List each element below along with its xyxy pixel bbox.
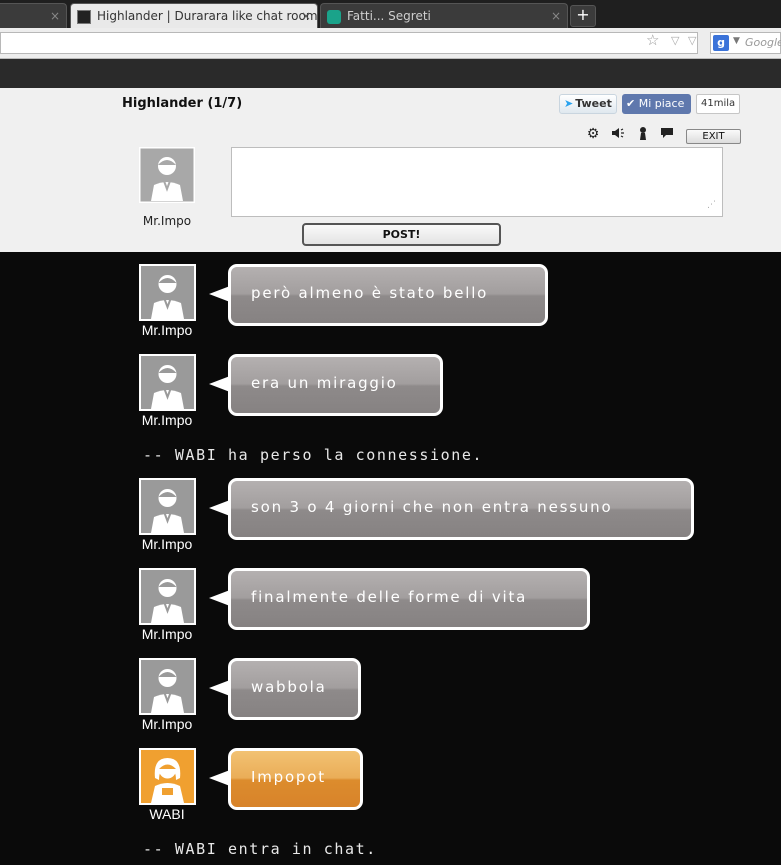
- chat-message: Mr.Impo finalmente delle forme di vita: [0, 568, 781, 648]
- user-avatar: [139, 748, 196, 805]
- resize-grip-icon[interactable]: ⋰: [707, 200, 716, 210]
- new-tab-button[interactable]: +: [570, 5, 596, 27]
- speaker-icon[interactable]: [610, 126, 626, 142]
- message-username: Mr.Impo: [141, 322, 193, 338]
- bubble-tail: [209, 680, 230, 696]
- user-icon[interactable]: [635, 126, 651, 142]
- user-avatar: [139, 658, 196, 715]
- message-bubble: finalmente delle forme di vita: [228, 568, 590, 630]
- speech-bubble-icon[interactable]: [659, 126, 675, 142]
- bubble-tail: [209, 286, 230, 302]
- message-bubble: Impopot: [228, 748, 363, 810]
- browser-tab-fatti[interactable]: Fatti... Segreti ×: [320, 3, 568, 28]
- message-username: WABI: [149, 806, 185, 822]
- dropdown-icon[interactable]: ▽: [688, 34, 696, 47]
- bookmark-star-icon[interactable]: ☆: [646, 31, 659, 49]
- dropdown-icon[interactable]: ▽: [671, 34, 679, 47]
- bubble-tail: [209, 376, 230, 392]
- chevron-down-icon[interactable]: ▼: [733, 36, 740, 46]
- bubble-tail: [209, 500, 230, 516]
- checkmark-icon: ✔: [626, 97, 636, 110]
- message-username: Mr.Impo: [141, 626, 193, 642]
- like-count: 41mila: [696, 94, 741, 114]
- close-tab-icon[interactable]: ×: [551, 4, 561, 28]
- message-bubble: wabbola: [228, 658, 361, 720]
- bookmarks-bar: [0, 59, 781, 88]
- search-placeholder: Google: [745, 36, 781, 49]
- close-tab-icon[interactable]: ×: [50, 4, 60, 28]
- search-box[interactable]: g ▼ Google: [710, 32, 781, 54]
- browser-tab-highlander[interactable]: Highlander | Durarara like chat room |..…: [70, 3, 318, 28]
- address-bar: ☆ ▽ ▽ g ▼ Google: [0, 28, 781, 59]
- user-avatar: [139, 354, 196, 411]
- exit-button[interactable]: EXIT: [686, 129, 741, 144]
- message-username: Mr.Impo: [141, 716, 193, 732]
- url-field[interactable]: [0, 32, 698, 54]
- message-username: Mr.Impo: [141, 412, 193, 428]
- chat-message: Mr.Impo son 3 o 4 giorni che non entra n…: [0, 478, 781, 558]
- close-tab-icon[interactable]: ×: [301, 4, 311, 28]
- chat-message: Mr.Impo era un miraggio: [0, 354, 781, 434]
- message-bubble: son 3 o 4 giorni che non entra nessuno: [228, 478, 694, 540]
- tab-favicon-icon: [327, 9, 341, 24]
- room-title: Highlander (1/7): [122, 96, 243, 111]
- message-bubble: era un miraggio: [228, 354, 443, 416]
- browser-tab-bar: × Highlander | Durarara like chat room |…: [0, 0, 781, 28]
- message-input[interactable]: ⋰: [231, 147, 723, 217]
- current-user-avatar: [137, 145, 197, 205]
- post-button[interactable]: POST!: [302, 223, 501, 246]
- google-logo-icon: g: [713, 35, 729, 51]
- chat-message: WABI Impopot: [0, 748, 781, 828]
- message-username: Mr.Impo: [141, 536, 193, 552]
- user-avatar: [139, 568, 196, 625]
- tweet-button[interactable]: ➤ Tweet: [559, 94, 617, 114]
- chat-message: Mr.Impo wabbola: [0, 658, 781, 738]
- chat-message: Mr.Impo però almeno è stato bello: [0, 264, 781, 344]
- bubble-tail: [209, 590, 230, 606]
- user-avatar: [139, 478, 196, 535]
- message-bubble: però almeno è stato bello: [228, 264, 548, 326]
- user-avatar: [139, 264, 196, 321]
- gear-icon[interactable]: ⚙: [585, 126, 601, 142]
- browser-tab-1[interactable]: ×: [0, 3, 67, 28]
- system-message: -- WABI entra in chat.: [143, 840, 377, 858]
- like-button[interactable]: ✔ Mi piace: [622, 94, 691, 114]
- chat-header: Highlander (1/7) ➤ Tweet ✔ Mi piace 41mil…: [0, 88, 781, 252]
- bubble-tail: [209, 770, 230, 786]
- current-user-name: Mr.Impo: [142, 214, 192, 228]
- tab-favicon-icon: [77, 9, 91, 24]
- twitter-bird-icon: ➤: [564, 97, 574, 110]
- system-message: -- WABI ha perso la connessione.: [143, 446, 484, 464]
